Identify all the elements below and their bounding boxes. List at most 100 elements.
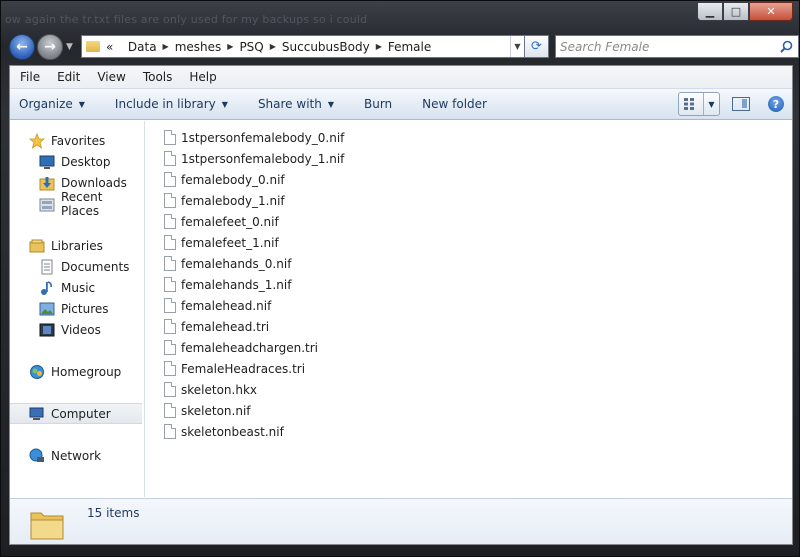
nav-downloads-label: Downloads (61, 175, 127, 190)
search-box[interactable] (555, 35, 799, 58)
nav-desktop[interactable]: Desktop (10, 151, 144, 172)
address-dropdown-icon[interactable]: ▼ (510, 36, 524, 57)
caption-buttons: ▁ □ ✕ (697, 2, 793, 21)
pictures-icon (39, 302, 55, 315)
chevron-down-icon: ▼ (221, 99, 228, 109)
menu-edit[interactable]: Edit (57, 70, 80, 84)
refresh-button[interactable]: ⟳ (525, 35, 549, 58)
menu-tools[interactable]: Tools (143, 70, 173, 84)
nav-music-label: Music (61, 280, 96, 295)
file-item[interactable]: femalehands_1.nif (164, 274, 344, 295)
nav-documents-label: Documents (61, 259, 130, 274)
folder-icon (30, 512, 64, 540)
breadcrumb-psq[interactable]: PSQ (239, 40, 263, 54)
nav-videos[interactable]: Videos (10, 319, 144, 340)
minimize-button[interactable]: ▁ (697, 2, 723, 21)
file-item[interactable]: femalefeet_0.nif (164, 211, 344, 232)
menu-file[interactable]: File (20, 70, 40, 84)
file-item[interactable]: femalehands_0.nif (164, 253, 344, 274)
navigation-bar: ← → ▼ « Data ▶ meshes ▶ PSQ ▶ SuccubusBo… (9, 34, 799, 60)
file-icon (164, 130, 176, 145)
file-item[interactable]: femalebody_0.nif (164, 169, 344, 190)
breadcrumb-succubusbody[interactable]: SuccubusBody (282, 40, 370, 54)
nav-recent-places[interactable]: Recent Places (10, 190, 144, 218)
back-button[interactable]: ← (9, 34, 35, 60)
address-bar[interactable]: « Data ▶ meshes ▶ PSQ ▶ SuccubusBody ▶ F… (81, 35, 525, 58)
file-icon (164, 256, 176, 271)
file-name: femalehead.tri (181, 319, 270, 334)
breadcrumb-meshes[interactable]: meshes (175, 40, 222, 54)
view-list-icon (679, 98, 703, 110)
help-icon[interactable]: ? (768, 96, 784, 112)
forward-button[interactable]: → (37, 34, 63, 60)
recent-pages-chevron-icon[interactable]: ▼ (66, 42, 73, 52)
file-icon (164, 424, 176, 439)
nav-homegroup[interactable]: Homegroup (10, 361, 144, 382)
breadcrumb-separator-icon[interactable]: ▶ (227, 42, 233, 51)
file-name: femaleheadchargen.tri (181, 340, 318, 355)
share-with-button[interactable]: Share with ▼ (258, 97, 334, 111)
computer-icon (29, 407, 44, 420)
breadcrumb-female[interactable]: Female (388, 40, 431, 54)
nav-libraries[interactable]: Libraries (10, 235, 144, 256)
back-arrow-icon: ← (16, 39, 28, 55)
background-window-text: ow again the tr.txt files are only used … (5, 13, 368, 26)
breadcrumb-overflow[interactable]: « (106, 40, 113, 54)
nav-pictures[interactable]: Pictures (10, 298, 144, 319)
file-icon (164, 151, 176, 166)
file-item[interactable]: skeletonbeast.nif (164, 421, 344, 442)
nav-desktop-label: Desktop (61, 154, 111, 169)
libraries-icon (29, 239, 45, 252)
file-item[interactable]: femaleheadchargen.tri (164, 337, 344, 358)
file-item[interactable]: skeleton.nif (164, 400, 344, 421)
navigation-pane: Favorites Desktop Downloads Recent Place… (10, 121, 145, 497)
file-item[interactable]: femalefeet_1.nif (164, 232, 344, 253)
file-icon (164, 235, 176, 250)
maximize-button[interactable]: □ (723, 2, 749, 21)
view-dropdown-icon[interactable]: ▼ (703, 93, 719, 115)
new-folder-button[interactable]: New folder (422, 97, 487, 111)
breadcrumb-separator-icon[interactable]: ▶ (163, 42, 169, 51)
nav-network-label: Network (51, 448, 102, 463)
organize-button[interactable]: Organize ▼ (19, 97, 85, 111)
homegroup-icon (30, 364, 44, 379)
file-name: femalebody_1.nif (181, 193, 285, 208)
include-in-library-label: Include in library (114, 97, 216, 111)
file-list: 1stpersonfemalebody_0.nif 1stpersonfemal… (164, 127, 344, 442)
file-icon (164, 340, 176, 355)
documents-icon (41, 259, 53, 274)
search-icon[interactable] (780, 40, 793, 53)
file-item[interactable]: 1stpersonfemalebody_0.nif (164, 127, 344, 148)
file-item[interactable]: skeleton.hkx (164, 379, 344, 400)
burn-button[interactable]: Burn (364, 97, 392, 111)
preview-pane-icon[interactable] (732, 97, 750, 111)
search-input[interactable] (560, 39, 770, 54)
file-item[interactable]: 1stpersonfemalebody_1.nif (164, 148, 344, 169)
file-item[interactable]: femalehead.nif (164, 295, 344, 316)
file-icon (164, 214, 176, 229)
close-button[interactable]: ✕ (749, 2, 793, 21)
change-view-button[interactable]: ▼ (678, 92, 720, 116)
nav-documents[interactable]: Documents (10, 256, 144, 277)
menu-help[interactable]: Help (189, 70, 216, 84)
share-with-label: Share with (257, 97, 322, 111)
nav-network[interactable]: Network (10, 445, 144, 466)
breadcrumb-data[interactable]: Data (128, 40, 157, 54)
file-item[interactable]: femalebody_1.nif (164, 190, 344, 211)
breadcrumb-separator-icon[interactable]: ▶ (376, 42, 382, 51)
include-in-library-button[interactable]: Include in library ▼ (115, 97, 228, 111)
nav-favorites[interactable]: Favorites (10, 130, 144, 151)
nav-videos-label: Videos (61, 322, 101, 337)
file-icon (164, 298, 176, 313)
file-name: femalehands_1.nif (181, 277, 292, 292)
item-count: 15 items (87, 506, 140, 520)
nav-computer[interactable]: Computer (10, 403, 142, 424)
file-icon (164, 361, 176, 376)
nav-music[interactable]: Music (10, 277, 144, 298)
menu-view[interactable]: View (97, 70, 125, 84)
file-icon (164, 403, 176, 418)
file-item[interactable]: FemaleHeadraces.tri (164, 358, 344, 379)
file-item[interactable]: femalehead.tri (164, 316, 344, 337)
nav-recent-places-label: Recent Places (61, 189, 103, 218)
breadcrumb-separator-icon[interactable]: ▶ (270, 42, 276, 51)
